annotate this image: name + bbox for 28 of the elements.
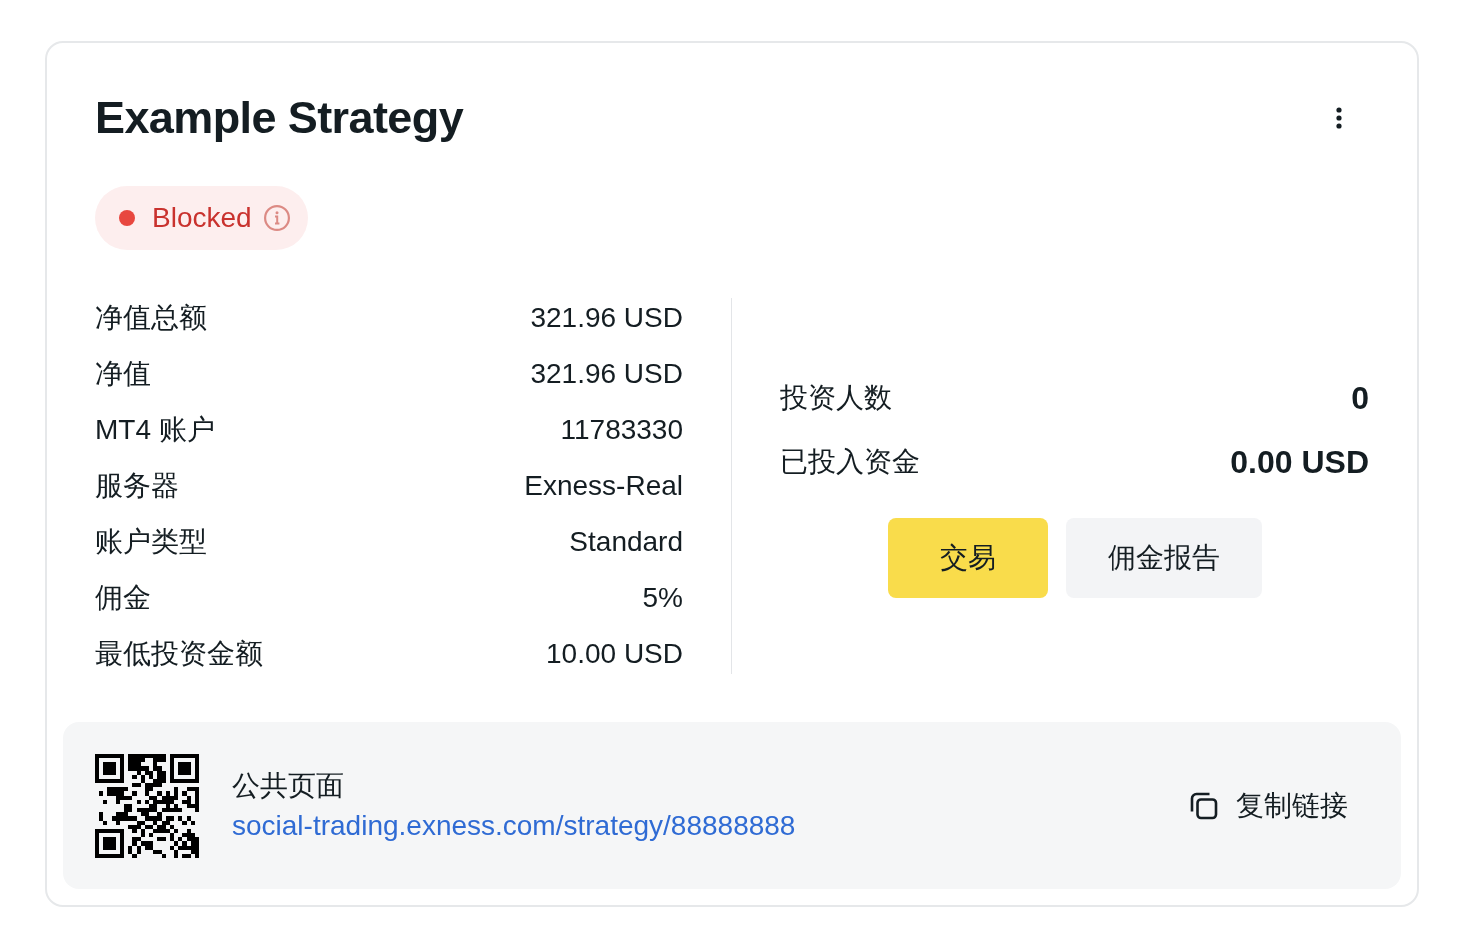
stat-value: 5% [642,582,683,614]
summary-value: 0.00 USD [1230,443,1369,481]
summary-label: 投资人数 [780,381,892,415]
stat-label: MT4 账户 [95,413,215,447]
trade-button[interactable]: 交易 [887,518,1048,598]
stat-label: 服务器 [95,469,179,503]
stat-value: 321.96 USD [530,302,683,334]
copy-link-button[interactable]: 复制链接 [1190,786,1348,825]
summary-label: 已投入资金 [780,445,920,479]
summary-value: 0 [1351,379,1369,417]
report-button[interactable]: 佣金报告 [1065,518,1262,598]
stat-value: Exness-Real [524,470,683,502]
stat-label: 净值 [95,357,151,391]
stat-label: 账户类型 [95,525,207,559]
more-options-icon [1336,107,1342,129]
stat-label: 净值总额 [95,301,207,335]
stat-label: 最低投资金额 [95,637,263,671]
copy-icon [1190,791,1218,820]
stat-value: Standard [569,526,683,558]
strategy-title: Example Strategy [95,92,464,144]
public-page-link[interactable]: social-trading.exness.com/strategy/88888888 [232,805,796,846]
stat-value: 321.96 USD [530,358,683,390]
qr-code-icon [95,753,199,858]
stat-label: 佣金 [95,581,151,615]
stat-value: 11783330 [560,414,683,446]
public-page-label: 公共页面 [232,768,345,803]
status-label: Blocked [152,202,252,234]
stat-value: 10.00 USD [546,638,683,670]
